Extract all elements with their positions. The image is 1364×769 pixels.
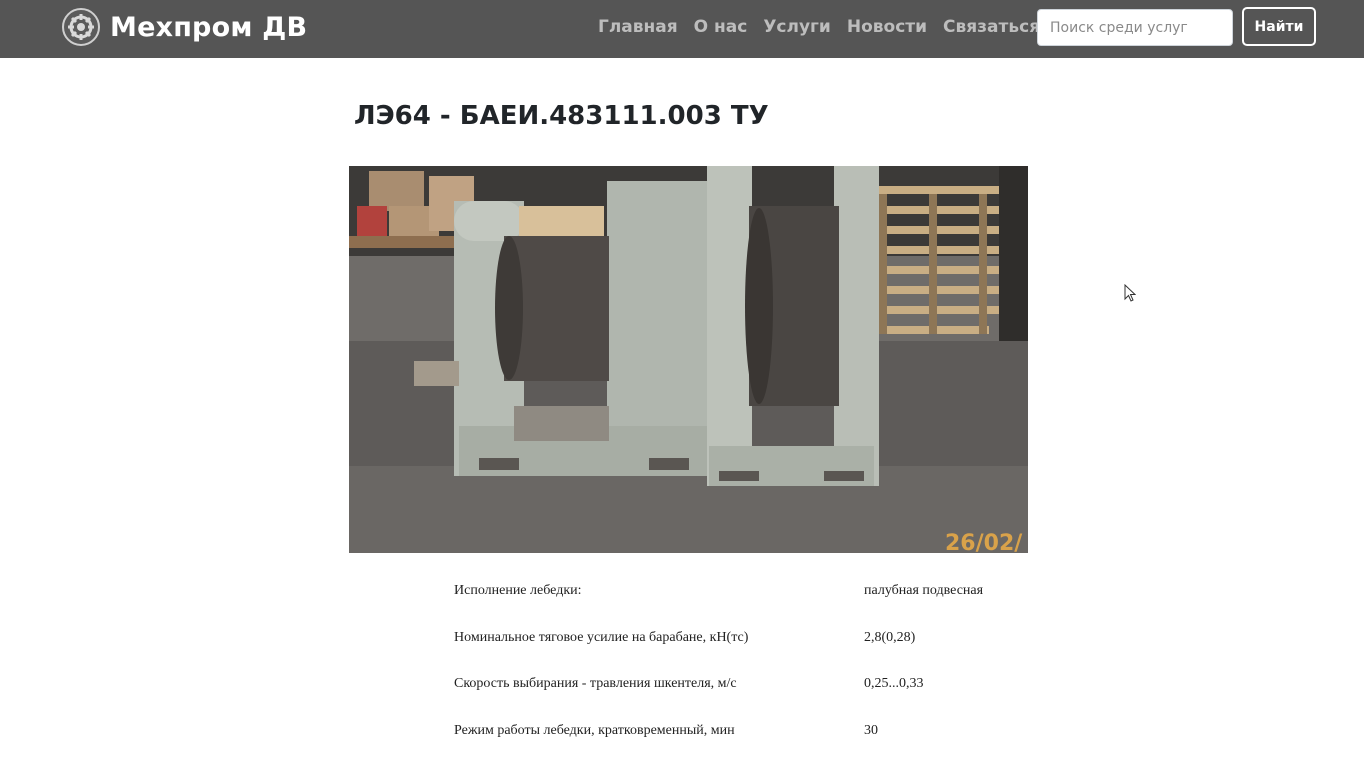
nav-link-contact[interactable]: Связаться — [943, 17, 1040, 37]
nav-link-about[interactable]: О нас — [694, 17, 748, 37]
mouse-cursor-icon — [1124, 284, 1136, 307]
spec-label: Исполнение лебедки: — [454, 583, 582, 599]
nav-menu: Главная О нас Услуги Новости Связаться — [598, 17, 1056, 37]
spec-row: Скорость выбирания - травления шкентеля,… — [454, 676, 1054, 723]
spec-value: 2,8(0,28) — [864, 630, 915, 646]
page-title: ЛЭ64 - БАЕИ.483111.003 ТУ — [354, 101, 769, 131]
search-button[interactable]: Найти — [1242, 7, 1316, 46]
photo-date-stamp: 26/02/ — [945, 531, 1023, 553]
brand-name: Мехпром ДВ — [110, 12, 307, 43]
spec-value: 30 — [864, 723, 878, 739]
spec-label: Скорость выбирания - травления шкентеля,… — [454, 676, 737, 692]
brand-link[interactable]: Мехпром ДВ — [62, 7, 307, 47]
nav-link-home[interactable]: Главная — [598, 17, 678, 37]
gear-icon — [62, 8, 100, 46]
search-input[interactable] — [1037, 9, 1233, 46]
specs-table: Исполнение лебедки: палубная подвесная Н… — [454, 583, 1054, 769]
spec-value: 0,25...0,33 — [864, 676, 924, 692]
nav-link-services[interactable]: Услуги — [763, 17, 831, 37]
nav-link-news[interactable]: Новости — [847, 17, 927, 37]
product-photo: 26/02/ — [349, 166, 1028, 553]
spec-label: Режим работы лебедки, кратковременный, м… — [454, 723, 735, 739]
spec-row: Исполнение лебедки: палубная подвесная — [454, 583, 1054, 630]
navbar: Мехпром ДВ Главная О нас Услуги Новости … — [0, 0, 1364, 58]
spec-value: палубная подвесная — [864, 583, 983, 599]
spec-row: Номинальное тяговое усилие на барабане, … — [454, 630, 1054, 677]
spec-label: Номинальное тяговое усилие на барабане, … — [454, 630, 748, 646]
spec-row: Режим работы лебедки, кратковременный, м… — [454, 723, 1054, 769]
